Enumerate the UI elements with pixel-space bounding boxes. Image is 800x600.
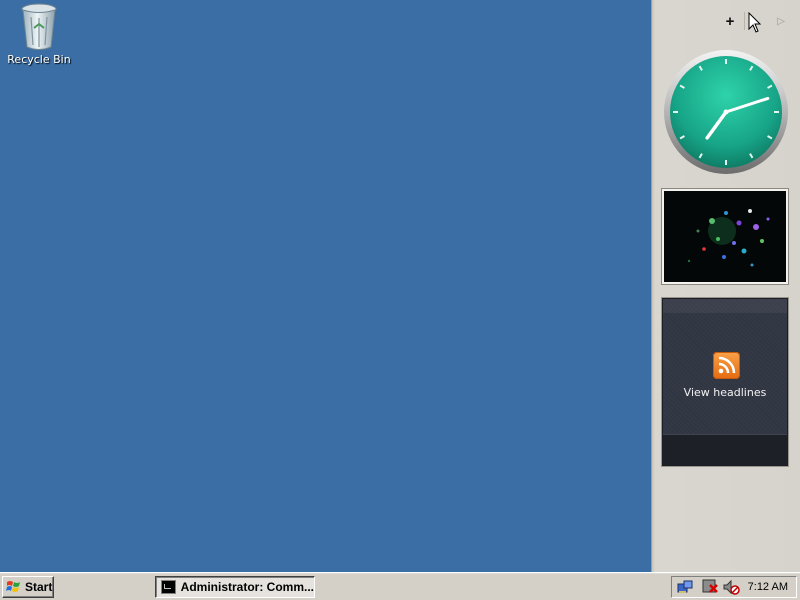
taskbar-button-command-prompt[interactable]: Administrator: Comm... [155,576,315,598]
network-icon[interactable] [676,579,694,595]
feed-footer-band [663,434,787,465]
taskbar: Start Administrator: Comm... 7:12 AM [0,572,800,600]
next-page-button[interactable]: ▷ [770,10,792,32]
start-button[interactable]: Start [2,576,54,598]
slideshow-gadget[interactable] [662,189,788,284]
desktop[interactable]: Recycle Bin [0,0,652,572]
view-headlines-link[interactable]: View headlines [663,386,787,399]
system-tray: 7:12 AM [671,576,797,598]
mouse-cursor-icon [748,12,762,33]
slideshow-image [664,191,786,282]
windows-logo-icon [6,581,20,592]
volume-muted-icon[interactable] [722,579,740,595]
next-page-icon: ▷ [777,15,785,27]
taskbar-button-label: Administrator: Comm... [180,580,314,594]
feed-headlines-gadget[interactable]: View headlines [662,298,788,466]
security-alert-icon[interactable] [702,579,720,595]
add-gadget-icon: + [725,12,735,30]
desktop-icon-recycle-bin[interactable]: Recycle Bin [6,2,72,66]
command-prompt-icon [161,580,176,594]
desktop-icon-label: Recycle Bin [7,53,71,66]
recycle-bin-icon [21,3,57,50]
start-label: Start [25,580,53,594]
clock-center [723,109,729,115]
rss-feed-icon [713,352,740,379]
add-gadget-button[interactable]: + [719,10,741,32]
toolbar-divider [744,12,745,30]
feed-header-band [663,299,787,313]
clock-gadget[interactable] [662,48,790,176]
taskbar-clock[interactable]: 7:12 AM [748,581,788,593]
